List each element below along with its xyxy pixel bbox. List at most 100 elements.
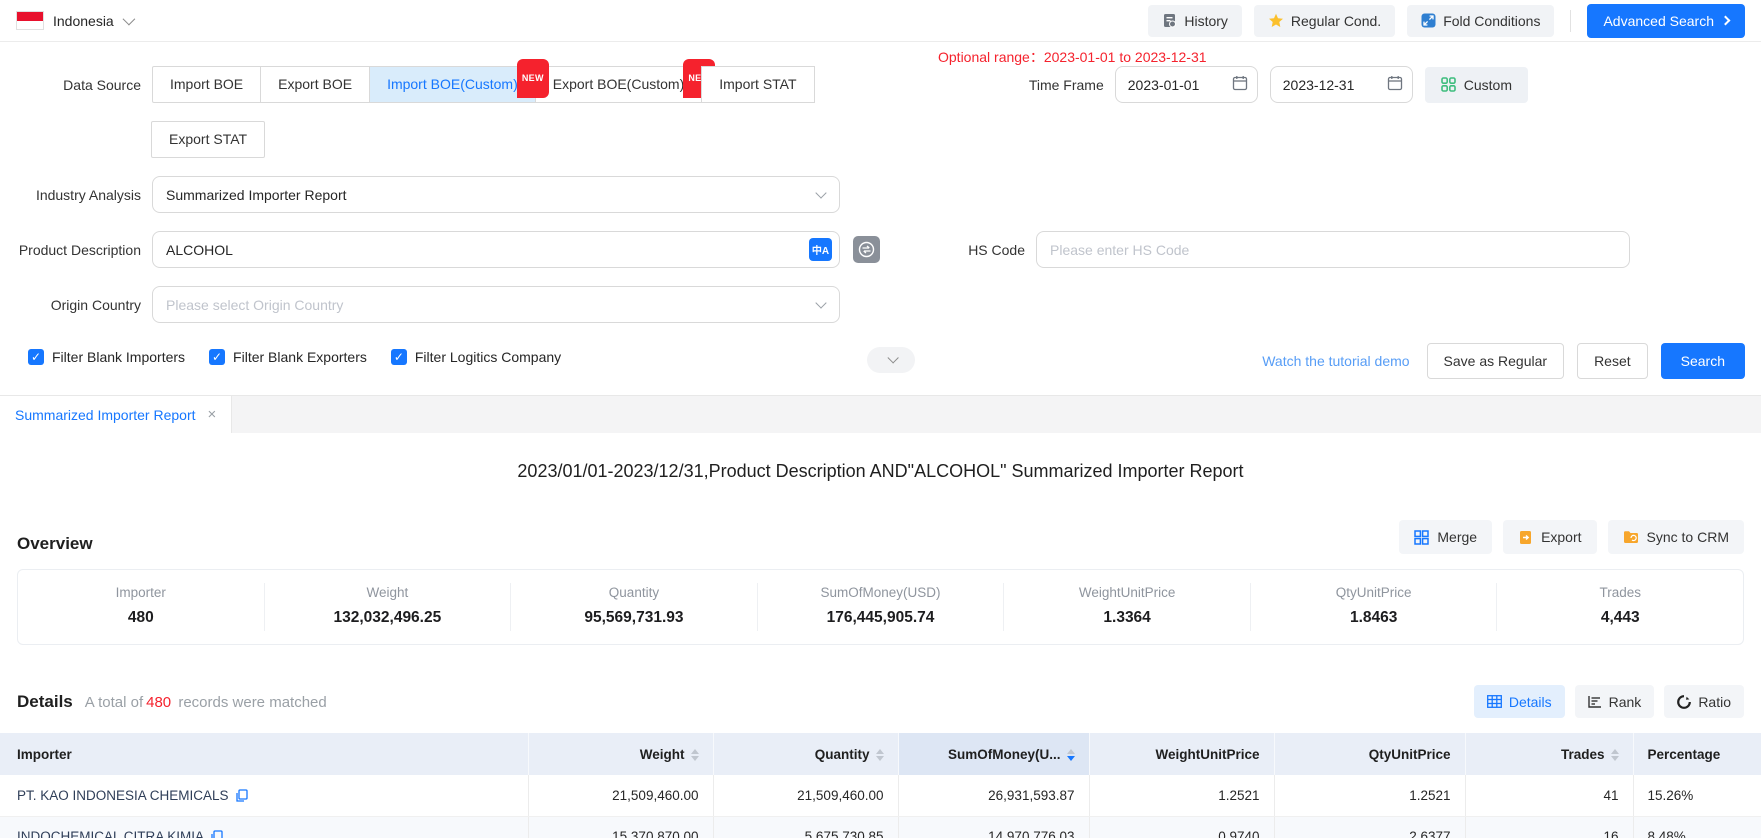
sync-to-crm-button[interactable]: Sync to CRM <box>1608 520 1744 554</box>
country-name: Indonesia <box>53 13 114 29</box>
table-row: PT. KAO INDONESIA CHEMICALS 21,509,460.0… <box>0 775 1761 816</box>
cell-percentage: 8.48% <box>1633 816 1761 838</box>
close-icon[interactable]: × <box>208 406 217 423</box>
table-row: INDOCHEMICAL CITRA KIMIA 15,370,870.00 5… <box>0 816 1761 838</box>
stat-sum-of-money: SumOfMoney(USD)176,445,905.74 <box>757 583 1004 631</box>
industry-analysis-select[interactable] <box>152 176 840 213</box>
rank-icon <box>1588 695 1602 708</box>
divider <box>1570 10 1571 32</box>
cell-wup: 1.2521 <box>1089 775 1274 816</box>
time-frame-label: Time Frame <box>1029 77 1104 93</box>
hs-code-input[interactable] <box>1036 231 1630 268</box>
col-weight[interactable]: Weight <box>528 733 713 775</box>
sort-icon[interactable] <box>876 749 884 761</box>
tutorial-demo-link[interactable]: Watch the tutorial demo <box>1262 353 1409 369</box>
cell-wup: 0.9740 <box>1089 816 1274 838</box>
checkbox-checked-icon: ✓ <box>209 349 225 365</box>
copy-icon[interactable] <box>210 830 223 838</box>
custom-icon <box>1441 77 1456 92</box>
tab-export-boe[interactable]: Export BOE <box>260 66 370 103</box>
tab-import-boe-custom[interactable]: Import BOE(Custom)NEW <box>369 66 536 103</box>
tab-export-stat[interactable]: Export STAT <box>151 121 265 158</box>
checkbox-checked-icon: ✓ <box>28 349 44 365</box>
importer-name-link[interactable]: INDOCHEMICAL CITRA KIMIA <box>17 829 204 838</box>
product-description-input[interactable] <box>152 231 840 268</box>
origin-country-row: Origin Country <box>0 286 1761 323</box>
chevron-right-icon <box>1721 16 1731 26</box>
synonym-expand-button[interactable] <box>853 236 880 263</box>
fold-conditions-button[interactable]: Fold Conditions <box>1407 5 1554 37</box>
cell-weight: 21,509,460.00 <box>528 775 713 816</box>
view-details-button[interactable]: Details <box>1474 685 1565 718</box>
sort-icon[interactable] <box>691 749 699 761</box>
form-actions: Watch the tutorial demo Save as Regular … <box>1262 343 1745 379</box>
col-sum-of-money[interactable]: SumOfMoney(U... <box>898 733 1089 775</box>
data-source-row: Data Source Import BOE Export BOE Import… <box>0 66 1761 103</box>
cell-weight: 15,370,870.00 <box>528 816 713 838</box>
industry-analysis-value[interactable] <box>152 176 840 213</box>
stat-qty-unit-price: QtyUnitPrice1.8463 <box>1250 583 1497 631</box>
filter-blank-importers-checkbox[interactable]: ✓ Filter Blank Importers <box>28 349 185 365</box>
search-button[interactable]: Search <box>1661 343 1745 379</box>
reset-button[interactable]: Reset <box>1577 343 1648 379</box>
top-bar: Indonesia History Regular Cond. Fold Con… <box>0 0 1761 42</box>
overview-stats-card: Importer480 Weight132,032,496.25 Quantit… <box>17 569 1744 645</box>
details-heading-group: Details A total of480 records were match… <box>17 692 327 712</box>
regular-cond-button[interactable]: Regular Cond. <box>1254 5 1395 37</box>
sort-icon-active[interactable] <box>1067 749 1075 761</box>
cell-sum: 26,931,593.87 <box>898 775 1089 816</box>
custom-range-button[interactable]: Custom <box>1425 67 1528 103</box>
new-badge: NEW <box>517 59 549 98</box>
date-from-field[interactable] <box>1115 66 1258 103</box>
copy-icon[interactable] <box>235 789 248 802</box>
pie-icon <box>1677 695 1691 709</box>
cell-qup: 1.2521 <box>1274 775 1465 816</box>
overview-row: Overview Merge Export Sync to CRM <box>0 520 1761 554</box>
history-button[interactable]: History <box>1148 5 1242 37</box>
view-rank-button[interactable]: Rank <box>1575 685 1655 718</box>
calendar-icon <box>1232 75 1248 91</box>
checkbox-checked-icon: ✓ <box>391 349 407 365</box>
table-header-row: Importer Weight Quantity SumOfMoney(U...… <box>0 733 1761 775</box>
view-ratio-button[interactable]: Ratio <box>1664 685 1744 718</box>
tab-import-stat[interactable]: Import STAT <box>701 66 814 103</box>
top-actions: History Regular Cond. Fold Conditions Ad… <box>1148 4 1745 38</box>
importer-name-link[interactable]: PT. KAO INDONESIA CHEMICALS <box>17 788 229 803</box>
overview-heading: Overview <box>17 534 93 554</box>
translate-icon[interactable]: 中A <box>809 238 832 261</box>
table-icon <box>1487 695 1502 708</box>
country-selector[interactable]: Indonesia <box>16 11 132 30</box>
data-source-row-2: Export STAT <box>0 121 1761 158</box>
col-trades[interactable]: Trades <box>1465 733 1633 775</box>
filters-row: ✓ Filter Blank Importers ✓ Filter Blank … <box>0 341 1761 381</box>
origin-country-label: Origin Country <box>0 297 152 313</box>
sort-icon[interactable] <box>1611 749 1619 761</box>
result-tab-summarized-importer-report[interactable]: Summarized Importer Report × <box>0 396 232 433</box>
overview-actions: Merge Export Sync to CRM <box>1399 520 1744 554</box>
advanced-search-button[interactable]: Advanced Search <box>1587 4 1745 38</box>
save-as-regular-button[interactable]: Save as Regular <box>1427 343 1565 379</box>
col-quantity[interactable]: Quantity <box>713 733 898 775</box>
tab-import-boe[interactable]: Import BOE <box>152 66 261 103</box>
export-button[interactable]: Export <box>1503 520 1596 554</box>
product-description-field: 中A <box>152 231 840 268</box>
product-description-label: Product Description <box>0 242 152 258</box>
origin-country-input[interactable] <box>152 286 840 323</box>
date-to-field[interactable] <box>1270 66 1413 103</box>
result-tab-bar: Summarized Importer Report × <box>0 395 1761 433</box>
details-row: Details A total of480 records were match… <box>0 685 1761 718</box>
hs-code-label: HS Code <box>964 242 1036 258</box>
origin-country-select[interactable] <box>152 286 840 323</box>
filter-blank-exporters-checkbox[interactable]: ✓ Filter Blank Exporters <box>209 349 367 365</box>
cell-qup: 2.6377 <box>1274 816 1465 838</box>
merge-button[interactable]: Merge <box>1399 520 1492 554</box>
stat-weight-unit-price: WeightUnitPrice1.3364 <box>1003 583 1250 631</box>
industry-analysis-row: Industry Analysis <box>0 176 1761 213</box>
col-percentage: Percentage <box>1633 733 1761 775</box>
tab-export-boe-custom[interactable]: Export BOE(Custom)NEW <box>535 66 702 103</box>
filter-logistics-company-checkbox[interactable]: ✓ Filter Logitics Company <box>391 349 561 365</box>
folder-sync-icon <box>1623 530 1639 544</box>
chevron-down-icon <box>122 13 135 26</box>
expand-conditions-button[interactable] <box>867 347 915 373</box>
chevron-down-icon <box>887 352 898 363</box>
